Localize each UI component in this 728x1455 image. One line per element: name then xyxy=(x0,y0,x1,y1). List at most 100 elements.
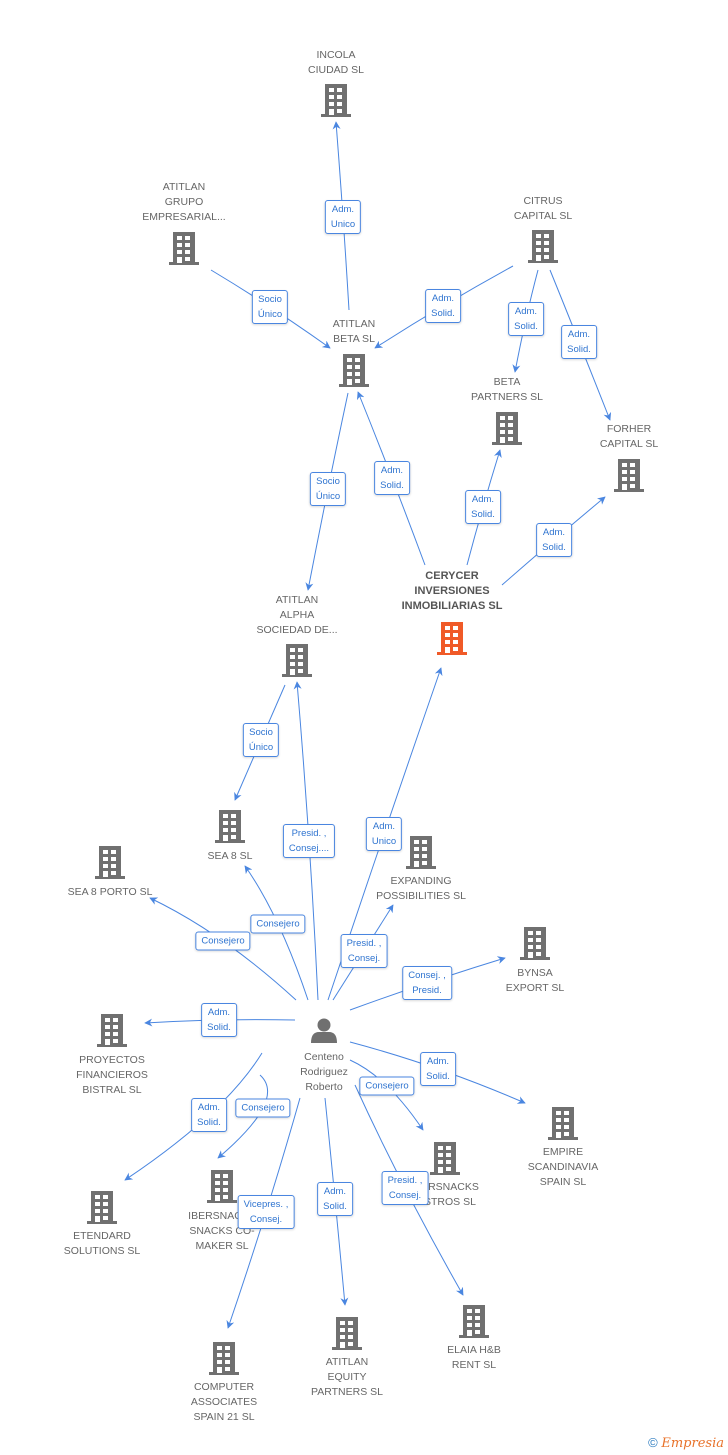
building-icon[interactable] xyxy=(492,412,522,445)
building-icon[interactable] xyxy=(215,810,245,843)
relation-label[interactable]: Adm. Solid. xyxy=(508,302,544,336)
footer-brand: © Empresia xyxy=(648,1435,724,1451)
node-label-sea8[interactable]: SEA 8 SL xyxy=(208,849,253,864)
node-label-empire[interactable]: EMPIRE SCANDINAVIA SPAIN SL xyxy=(528,1145,598,1190)
node-label-line: EQUITY xyxy=(327,1371,367,1383)
relation-label[interactable]: Socio Único xyxy=(309,472,347,506)
relation-label[interactable]: Adm. Solid. xyxy=(425,289,461,323)
relation-label[interactable]: Adm. Solid. xyxy=(561,325,597,359)
building-icon[interactable] xyxy=(169,232,199,265)
node-label-line: SOCIEDAD DE... xyxy=(256,624,338,636)
node-label-line: INVERSIONES xyxy=(414,585,490,597)
node-label-proyectos[interactable]: PROYECTOS FINANCIEROS BISTRAL SL xyxy=(76,1053,148,1098)
relation-label-line: Adm. xyxy=(197,1102,221,1113)
node-label-line: SPAIN 21 SL xyxy=(193,1411,255,1423)
relation-label-line: Solid. xyxy=(514,321,538,332)
node-label-line: Roberto xyxy=(305,1081,343,1093)
node-label-line: PARTNERS SL xyxy=(471,391,543,403)
building-icon[interactable] xyxy=(282,644,312,677)
relation-label[interactable]: Adm. Solid. xyxy=(374,461,410,495)
building-icon[interactable] xyxy=(207,1170,237,1203)
building-icon[interactable] xyxy=(95,846,125,879)
node-label-line: BETA xyxy=(493,376,521,388)
relation-label[interactable]: Socio Único xyxy=(242,723,280,757)
node-label-line: BISTRAL SL xyxy=(82,1084,142,1096)
relation-label-line: Adm. xyxy=(514,306,538,317)
relation-label-line: Solid. xyxy=(380,480,404,491)
node-label-computer[interactable]: COMPUTER ASSOCIATES SPAIN 21 SL xyxy=(191,1380,257,1425)
node-label-line: POSSIBILITIES SL xyxy=(376,890,466,902)
relation-label-line: Solid. xyxy=(431,308,455,319)
relation-label[interactable]: Adm. Solid. xyxy=(317,1182,353,1216)
node-label-citrus[interactable]: CITRUS CAPITAL SL xyxy=(514,194,572,224)
building-icon[interactable] xyxy=(528,230,558,263)
relation-label[interactable]: Consej. , Presid. xyxy=(402,966,452,1000)
relation-label-line: Consej. xyxy=(249,1214,283,1225)
relation-label-line: Consejero xyxy=(256,918,300,930)
relation-label[interactable]: Adm. Unico xyxy=(365,817,403,851)
node-label-sea8p[interactable]: SEA 8 PORTO SL xyxy=(68,885,153,900)
relation-label[interactable]: Vicepres. , Consej. xyxy=(237,1195,295,1229)
relation-label-line: Presid. , xyxy=(387,1175,423,1186)
building-icon[interactable] xyxy=(97,1014,127,1047)
node-label-etendard[interactable]: ETENDARD SOLUTIONS SL xyxy=(64,1229,140,1259)
node-label-line: BYNSA xyxy=(517,967,553,979)
node-label-line: SEA 8 SL xyxy=(207,850,253,862)
building-icon[interactable] xyxy=(406,836,436,869)
relation-label[interactable]: Adm. Solid. xyxy=(201,1003,237,1037)
node-label-centeno[interactable]: Centeno Rodriguez Roberto xyxy=(300,1050,348,1095)
building-icon[interactable] xyxy=(332,1317,362,1350)
relation-label[interactable]: Adm. Unico xyxy=(324,200,362,234)
relation-label-line: Consej. , xyxy=(408,970,446,981)
building-icon[interactable] xyxy=(614,459,644,492)
relation-label-line: Adm. xyxy=(471,494,495,505)
node-label-line: Rodriguez xyxy=(300,1066,348,1078)
building-icon[interactable] xyxy=(339,354,369,387)
relation-label[interactable]: Socio Único xyxy=(251,290,289,324)
relation-label[interactable]: Presid. , Consej. xyxy=(340,934,388,968)
node-label-line: CAPITAL SL xyxy=(513,210,573,222)
relation-label[interactable]: Adm. Solid. xyxy=(420,1052,456,1086)
building-icon[interactable] xyxy=(87,1191,117,1224)
node-label-equity[interactable]: ATITLAN EQUITY PARTNERS SL xyxy=(311,1355,383,1400)
relation-label[interactable]: Consejero xyxy=(250,914,306,934)
relation-label[interactable]: Consejero xyxy=(235,1098,291,1118)
node-label-grupo[interactable]: ATITLAN GRUPO EMPRESARIAL... xyxy=(142,180,225,225)
node-label-line: ELAIA H&B xyxy=(447,1344,501,1356)
relation-label-line: Vicepres. , xyxy=(243,1199,289,1210)
relation-label[interactable]: Presid. , Consej.... xyxy=(282,824,336,858)
relation-label-line: Solid. xyxy=(323,1201,347,1212)
relation-label[interactable]: Presid. , Consej. xyxy=(381,1171,429,1205)
building-icon[interactable] xyxy=(437,622,467,655)
node-label-beta[interactable]: ATITLAN BETA SL xyxy=(333,317,375,347)
relation-label[interactable]: Consejero xyxy=(359,1076,415,1096)
node-label-elaia[interactable]: ELAIA H&B RENT SL xyxy=(447,1343,501,1373)
node-label-line: Centeno xyxy=(304,1051,344,1063)
node-label-alpha[interactable]: ATITLAN ALPHA SOCIEDAD DE... xyxy=(256,593,337,638)
node-label-expanding[interactable]: EXPANDING POSSIBILITIES SL xyxy=(376,874,466,904)
building-icon[interactable] xyxy=(520,927,550,960)
building-icon[interactable] xyxy=(459,1305,489,1338)
building-icon[interactable] xyxy=(321,84,351,117)
node-label-line: EMPRESARIAL... xyxy=(142,211,226,223)
relation-label[interactable]: Adm. Solid. xyxy=(191,1098,227,1132)
relation-label[interactable]: Consejero xyxy=(195,931,251,951)
relation-label-line: Único xyxy=(248,742,274,753)
building-icon[interactable] xyxy=(209,1342,239,1375)
person-icon[interactable] xyxy=(311,1018,337,1044)
node-label-betap[interactable]: BETA PARTNERS SL xyxy=(471,375,543,405)
node-label-bynsa[interactable]: BYNSA EXPORT SL xyxy=(506,966,565,996)
relation-label[interactable]: Adm. Solid. xyxy=(536,523,572,557)
building-icon[interactable] xyxy=(430,1142,460,1175)
relation-label[interactable]: Adm. Solid. xyxy=(465,490,501,524)
node-label-cerycer[interactable]: CERYCER INVERSIONES INMOBILIARIAS SL xyxy=(402,569,503,614)
relation-label-line: Adm. xyxy=(323,1186,347,1197)
relation-label-line: Adm. xyxy=(331,204,355,215)
node-label-line: EMPIRE xyxy=(542,1146,584,1158)
node-label-forher[interactable]: FORHER CAPITAL SL xyxy=(600,422,658,452)
node-label-line: FINANCIEROS xyxy=(76,1069,148,1081)
node-label-incola[interactable]: INCOLA CIUDAD SL xyxy=(308,48,364,78)
building-icon[interactable] xyxy=(548,1107,578,1140)
relation-label-line: Adm. xyxy=(431,293,455,304)
relation-label-line: Unico xyxy=(371,836,397,847)
